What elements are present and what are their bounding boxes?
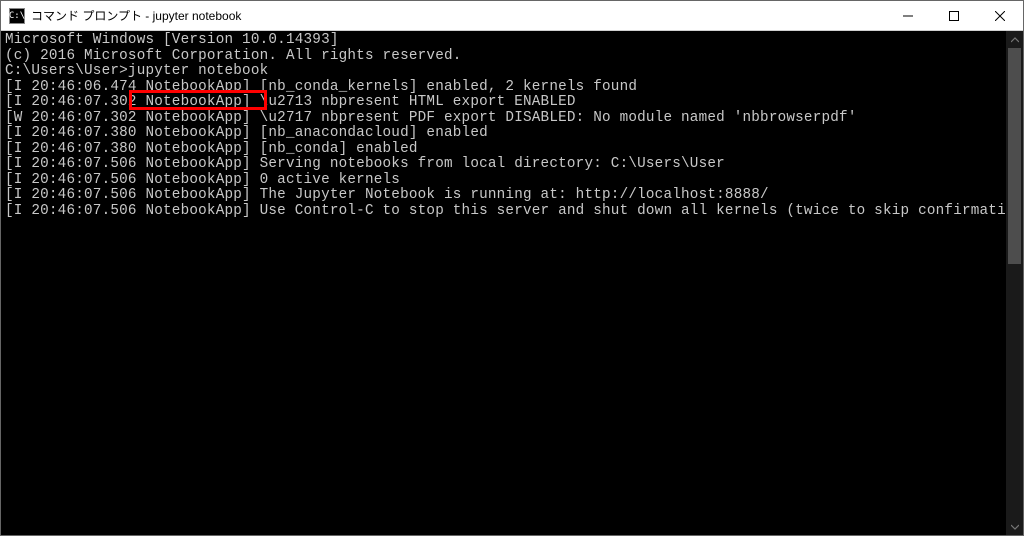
window-title: コマンド プロンプト - jupyter notebook bbox=[31, 7, 241, 24]
terminal-line: Microsoft Windows [Version 10.0.14393] bbox=[5, 33, 1006, 49]
terminal-line: [I 20:46:07.302 NotebookApp] \u2713 nbpr… bbox=[5, 95, 1006, 111]
terminal-line: [I 20:46:06.474 NotebookApp] [nb_conda_k… bbox=[5, 80, 1006, 96]
scrollbar-up-button[interactable] bbox=[1006, 31, 1023, 48]
close-button[interactable] bbox=[977, 1, 1023, 31]
command-prompt-window: C:\ コマンド プロンプト - jupyter notebook Micros… bbox=[0, 0, 1024, 536]
scrollbar-thumb[interactable] bbox=[1008, 48, 1021, 264]
close-icon bbox=[995, 11, 1005, 21]
scrollbar-track[interactable] bbox=[1006, 48, 1023, 518]
chevron-down-icon bbox=[1011, 523, 1019, 531]
terminal-line: [W 20:46:07.302 NotebookApp] \u2717 nbpr… bbox=[5, 111, 1006, 127]
terminal-line: [I 20:46:07.506 NotebookApp] 0 active ke… bbox=[5, 173, 1006, 189]
terminal-line: [I 20:46:07.506 NotebookApp] Use Control… bbox=[5, 204, 1006, 220]
terminal-line: [I 20:46:07.380 NotebookApp] [nb_anacond… bbox=[5, 126, 1006, 142]
cmd-icon: C:\ bbox=[9, 8, 25, 24]
client-area: Microsoft Windows [Version 10.0.14393](c… bbox=[1, 31, 1023, 535]
terminal-line: C:\Users\User>jupyter notebook bbox=[5, 64, 1006, 80]
maximize-icon bbox=[949, 11, 959, 21]
terminal-output[interactable]: Microsoft Windows [Version 10.0.14393](c… bbox=[1, 31, 1006, 535]
vertical-scrollbar[interactable] bbox=[1006, 31, 1023, 535]
titlebar[interactable]: C:\ コマンド プロンプト - jupyter notebook bbox=[1, 1, 1023, 31]
chevron-up-icon bbox=[1011, 36, 1019, 44]
terminal-line: [I 20:46:07.506 NotebookApp] The Jupyter… bbox=[5, 188, 1006, 204]
terminal-line: [I 20:46:07.506 NotebookApp] Serving not… bbox=[5, 157, 1006, 173]
scrollbar-down-button[interactable] bbox=[1006, 518, 1023, 535]
terminal-line: [I 20:46:07.380 NotebookApp] [nb_conda] … bbox=[5, 142, 1006, 158]
terminal-line: (c) 2016 Microsoft Corporation. All righ… bbox=[5, 49, 1006, 65]
maximize-button[interactable] bbox=[931, 1, 977, 31]
minimize-button[interactable] bbox=[885, 1, 931, 31]
minimize-icon bbox=[903, 11, 913, 21]
